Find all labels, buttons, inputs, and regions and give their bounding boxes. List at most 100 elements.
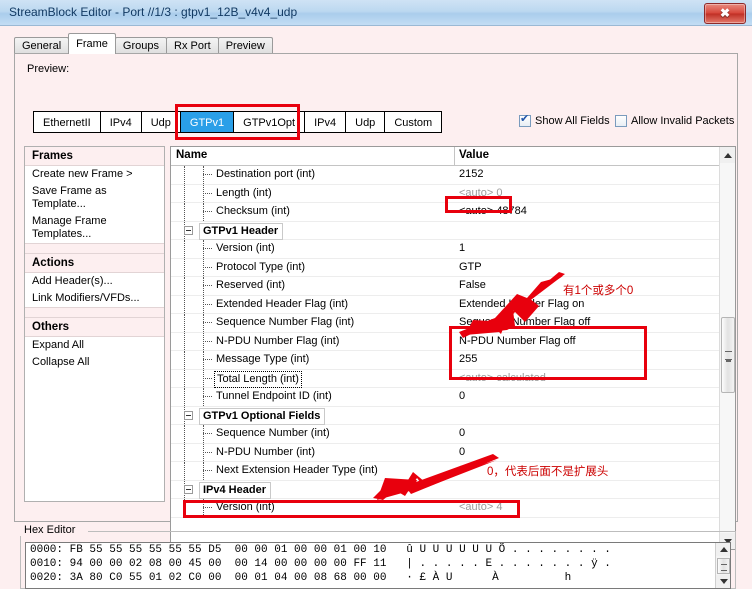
tab-general[interactable]: General	[14, 37, 70, 54]
column-header-value[interactable]: Value	[459, 149, 489, 161]
tree-trunk-line	[184, 203, 185, 221]
checkbox-unchecked-icon	[615, 115, 627, 127]
sidebar-item-expand-all[interactable]: Expand All	[25, 337, 164, 354]
row-name: Version (int)	[216, 242, 275, 254]
table-row[interactable]: Protocol Type (int) GTP	[171, 258, 735, 277]
tab-frame[interactable]: Frame	[68, 33, 116, 54]
tab-strip: General Frame Groups Rx Port Preview	[14, 33, 273, 54]
sidebar-item-add-headers[interactable]: Add Header(s)...	[25, 273, 164, 290]
tab-groups[interactable]: Groups	[114, 37, 167, 54]
row-value[interactable]: 0	[459, 446, 465, 458]
scroll-up-icon[interactable]	[716, 543, 730, 556]
table-row-selected[interactable]: Total Length (int) <auto> calculated	[171, 369, 735, 388]
sidebar-item-create-new-frame[interactable]: Create new Frame >	[25, 166, 164, 183]
row-value[interactable]: <auto> 48784	[459, 205, 527, 217]
preview-label: Preview:	[27, 63, 70, 75]
table-row[interactable]: Next Extension Header Type (int) 0	[171, 462, 735, 481]
table-row[interactable]: Sequence Number Flag (int) Sequence Numb…	[171, 314, 735, 333]
tree-trunk-line	[184, 388, 185, 406]
table-row[interactable]: Tunnel Endpoint ID (int) 0	[171, 388, 735, 407]
scrollbar-thumb[interactable]	[721, 317, 735, 393]
preview-button-gtpv1opt[interactable]: GTPv1Opt	[233, 111, 306, 133]
row-value[interactable]: <auto> 0	[459, 187, 502, 199]
preview-button-udp-outer[interactable]: Udp	[140, 111, 181, 133]
sidebar-item-save-frame-as-template[interactable]: Save Frame as Template...	[25, 183, 164, 213]
table-row[interactable]: Reserved (int) False	[171, 277, 735, 296]
show-all-fields-checkbox[interactable]: Show All Fields	[519, 113, 610, 127]
sidebar-item-link-modifiers-vfds[interactable]: Link Modifiers/VFDs...	[25, 290, 164, 307]
preview-button-gtpv1[interactable]: GTPv1	[179, 111, 235, 133]
table-row[interactable]: Version (int) 1	[171, 240, 735, 259]
hex-editor-scrollbar[interactable]	[715, 543, 730, 588]
row-value[interactable]: 0	[459, 390, 465, 402]
tree-trunk-line	[184, 314, 185, 332]
preview-button-udp-inner[interactable]: Udp	[345, 111, 386, 133]
preview-button-custom[interactable]: Custom	[384, 111, 443, 133]
hex-line[interactable]: 0000: FB 55 55 55 55 55 55 D5 00 00 01 0…	[26, 543, 730, 557]
tree-tick	[203, 507, 212, 508]
row-value[interactable]: N-PDU Number Flag off	[459, 335, 576, 347]
row-value[interactable]: False	[459, 279, 486, 291]
row-name: Tunnel Endpoint ID (int)	[216, 390, 332, 402]
table-row-group-ipv4-header[interactable]: IPv4 Header	[171, 480, 735, 499]
preview-header-buttons: EthernetII IPv4 Udp GTPv1 GTPv1Opt IPv4 …	[33, 111, 443, 133]
tab-preview[interactable]: Preview	[217, 37, 273, 54]
table-row[interactable]: Length (int) <auto> 0	[171, 184, 735, 203]
sidebar-item-manage-frame-templates[interactable]: Manage Frame Templates...	[25, 213, 164, 243]
scroll-up-icon[interactable]	[720, 147, 735, 163]
table-row[interactable]: Checksum (int) <auto> 48784	[171, 203, 735, 222]
row-value[interactable]: 1	[459, 242, 465, 254]
field-tree-scrollbar[interactable]	[719, 147, 735, 549]
collapse-icon[interactable]	[184, 225, 193, 235]
table-row[interactable]: Sequence Number (int) 0	[171, 425, 735, 444]
table-row[interactable]: Version (int) <auto> 4	[171, 499, 735, 518]
allow-invalid-packets-checkbox[interactable]: Allow Invalid Packets	[615, 115, 734, 127]
window-titlebar: StreamBlock Editor - Port //1/3 : gtpv1_…	[0, 0, 752, 26]
row-value[interactable]: <auto> 4	[459, 501, 502, 513]
row-value[interactable]: Sequence Number Flag off	[459, 316, 590, 328]
tree-tick	[203, 470, 212, 471]
hex-group-border-right	[88, 531, 736, 532]
preview-button-ethernetii[interactable]: EthernetII	[33, 111, 101, 133]
scrollbar-thumb[interactable]	[717, 558, 730, 574]
window-body: General Frame Groups Rx Port Preview Pre…	[0, 26, 752, 589]
tree-trunk-line	[184, 240, 185, 258]
checkbox-checked-icon	[519, 113, 531, 127]
collapse-icon[interactable]	[184, 484, 193, 494]
sidebar-item-collapse-all[interactable]: Collapse All	[25, 354, 164, 371]
tree-tick	[203, 266, 212, 268]
row-value[interactable]: Extended Header Flag on	[459, 298, 584, 310]
table-row[interactable]: Message Type (int) 255	[171, 351, 735, 370]
preview-button-ipv4-inner[interactable]: IPv4	[304, 111, 347, 133]
row-value[interactable]: <auto> calculated	[459, 372, 546, 384]
allow-invalid-packets-label: Allow Invalid Packets	[631, 115, 735, 127]
table-row[interactable]: Extended Header Flag (int) Extended Head…	[171, 295, 735, 314]
row-value[interactable]: 255	[459, 353, 477, 365]
hex-line[interactable]: 0020: 3A 80 C0 55 01 02 C0 00 00 01 04 0…	[26, 571, 730, 585]
table-row-group-gtpv1-header[interactable]: GTPv1 Header	[171, 221, 735, 240]
row-value[interactable]: 0	[459, 427, 465, 439]
table-row-group-gtpv1-optional-fields[interactable]: GTPv1 Optional Fields	[171, 406, 735, 425]
column-header-name[interactable]: Name	[176, 149, 207, 161]
frame-tab-panel: Preview: EthernetII IPv4 Udp GTPv1 GTPv1…	[14, 53, 738, 550]
tree-tick	[203, 192, 212, 194]
hex-editor-view[interactable]: 0000: FB 55 55 55 55 55 55 D5 00 00 01 0…	[25, 542, 731, 589]
row-value[interactable]: GTP	[459, 261, 482, 273]
table-row[interactable]: Destination port (int) 2152	[171, 166, 735, 185]
column-splitter[interactable]	[454, 147, 455, 165]
tab-rx-port[interactable]: Rx Port	[166, 37, 219, 54]
row-name: IPv4 Header	[199, 481, 271, 499]
preview-button-ipv4-outer[interactable]: IPv4	[99, 111, 142, 133]
hex-line[interactable]: 0010: 94 00 00 02 08 00 45 00 00 14 00 0…	[26, 557, 730, 571]
sidebar-header-frames: Frames	[25, 147, 164, 166]
tree-tick	[203, 248, 212, 249]
table-row[interactable]: N-PDU Number (int) 0	[171, 443, 735, 462]
scroll-down-icon[interactable]	[716, 575, 730, 588]
close-button[interactable]: ✖	[704, 3, 746, 24]
tree-tick	[203, 433, 212, 434]
collapse-icon[interactable]	[184, 410, 193, 420]
row-value[interactable]: 2152	[459, 168, 483, 180]
table-row[interactable]: N-PDU Number Flag (int) N-PDU Number Fla…	[171, 332, 735, 351]
row-value[interactable]: 0	[459, 464, 465, 476]
row-name: Extended Header Flag (int)	[216, 297, 349, 310]
